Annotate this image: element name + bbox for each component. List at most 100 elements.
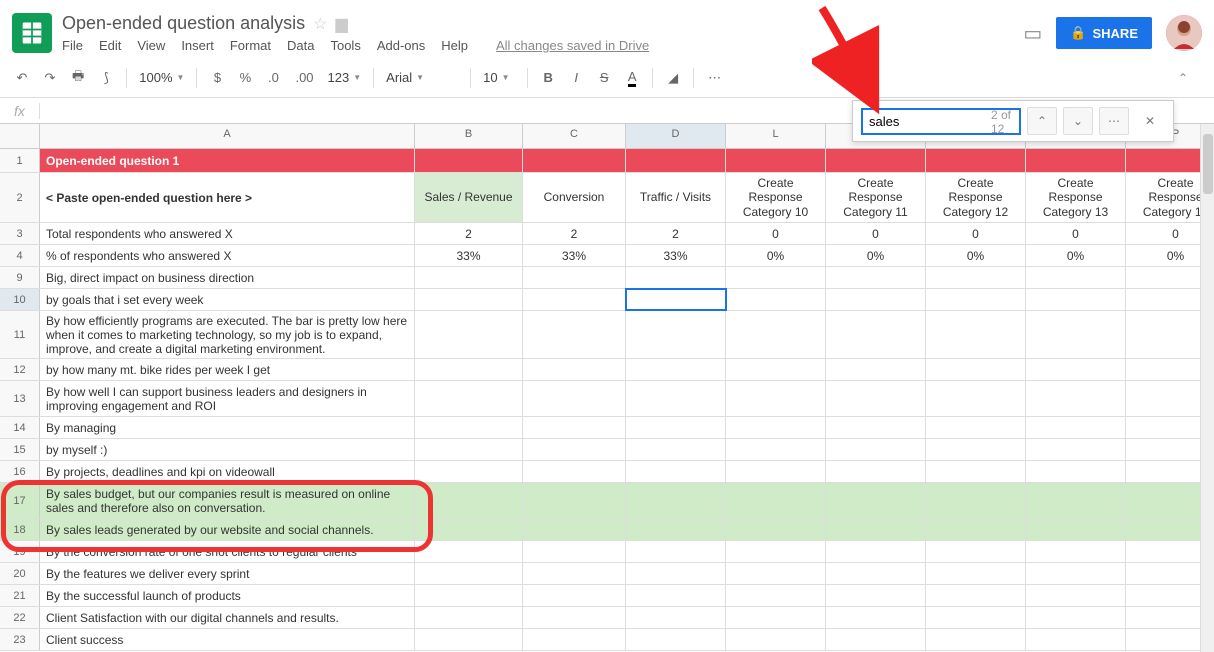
cell[interactable] (1026, 629, 1126, 650)
menu-format[interactable]: Format (230, 38, 271, 53)
cell[interactable] (826, 629, 926, 650)
cell[interactable]: 0% (726, 245, 826, 266)
cell[interactable] (826, 519, 926, 540)
cell[interactable]: 0 (926, 223, 1026, 244)
cell[interactable] (415, 461, 523, 482)
row-header[interactable]: 18 (0, 519, 40, 540)
zoom-select[interactable]: 100%▼ (135, 68, 188, 87)
cell[interactable] (726, 267, 826, 288)
col-header-C[interactable]: C (523, 124, 626, 148)
percent-icon[interactable]: % (233, 66, 257, 89)
find-prev-button[interactable]: ⌃ (1027, 107, 1057, 135)
find-more-button[interactable]: ⋯ (1099, 107, 1129, 135)
cell[interactable]: Client Satisfaction with our digital cha… (40, 607, 415, 628)
format-more[interactable]: 123▼ (324, 68, 366, 87)
font-size-select[interactable]: 10▼ (479, 68, 519, 87)
vertical-scrollbar[interactable] (1200, 124, 1214, 652)
sheets-logo[interactable] (12, 13, 52, 53)
cell[interactable]: Conversion (523, 173, 626, 222)
cell[interactable] (626, 563, 726, 584)
cell[interactable] (415, 149, 523, 172)
row-header[interactable]: 17 (0, 483, 40, 518)
increase-decimal-icon[interactable]: .00 (289, 66, 319, 89)
cell[interactable]: 0 (826, 223, 926, 244)
cell[interactable]: 0 (1026, 223, 1126, 244)
cell[interactable] (826, 289, 926, 310)
cell[interactable] (1026, 149, 1126, 172)
cell[interactable] (1026, 607, 1126, 628)
cell[interactable] (626, 461, 726, 482)
bold-icon[interactable]: B (536, 66, 560, 89)
cell[interactable]: 33% (626, 245, 726, 266)
cell[interactable] (926, 541, 1026, 562)
cell[interactable]: By the conversion rate of one shot clien… (40, 541, 415, 562)
cell[interactable] (926, 381, 1026, 416)
menu-view[interactable]: View (137, 38, 165, 53)
cell[interactable] (826, 267, 926, 288)
cell[interactable] (826, 359, 926, 380)
cell[interactable] (523, 629, 626, 650)
row-header[interactable]: 12 (0, 359, 40, 380)
cell[interactable] (726, 359, 826, 380)
cell[interactable]: Sales / Revenue (415, 173, 523, 222)
cell[interactable] (1026, 483, 1126, 518)
cell[interactable] (926, 359, 1026, 380)
currency-icon[interactable]: $ (205, 66, 229, 89)
cell[interactable] (726, 563, 826, 584)
cell[interactable] (826, 541, 926, 562)
folder-icon[interactable]: ▆ (336, 14, 348, 34)
cell[interactable] (926, 267, 1026, 288)
cell[interactable] (415, 541, 523, 562)
cell[interactable]: By sales budget, but our companies resul… (40, 483, 415, 518)
text-color-icon[interactable]: A (620, 65, 644, 91)
cell[interactable] (826, 311, 926, 358)
cell[interactable] (926, 439, 1026, 460)
menu-data[interactable]: Data (287, 38, 314, 53)
cell[interactable]: by how many mt. bike rides per week I ge… (40, 359, 415, 380)
cell[interactable] (626, 359, 726, 380)
cell[interactable] (926, 607, 1026, 628)
cell[interactable]: 2 (523, 223, 626, 244)
cell[interactable]: Big, direct impact on business direction (40, 267, 415, 288)
cell[interactable] (1026, 289, 1126, 310)
cell[interactable] (1026, 439, 1126, 460)
cell[interactable] (1026, 519, 1126, 540)
cell[interactable] (415, 359, 523, 380)
menu-edit[interactable]: Edit (99, 38, 121, 53)
cell[interactable] (726, 289, 826, 310)
cell[interactable] (826, 483, 926, 518)
cell[interactable] (826, 417, 926, 438)
menu-help[interactable]: Help (441, 38, 468, 53)
cell[interactable] (523, 541, 626, 562)
cell[interactable] (926, 483, 1026, 518)
find-close-button[interactable]: ✕ (1135, 107, 1165, 135)
cell[interactable]: 0% (826, 245, 926, 266)
cell[interactable] (415, 629, 523, 650)
cell[interactable] (926, 311, 1026, 358)
cell[interactable] (626, 483, 726, 518)
cell[interactable] (926, 149, 1026, 172)
cell[interactable] (926, 563, 1026, 584)
row-header[interactable]: 23 (0, 629, 40, 650)
cell[interactable] (523, 461, 626, 482)
cell[interactable]: Create Response Category 13 (1026, 173, 1126, 222)
col-header-D[interactable]: D (626, 124, 726, 148)
col-header-L[interactable]: L (726, 124, 826, 148)
find-next-button[interactable]: ⌄ (1063, 107, 1093, 135)
cell[interactable]: by myself :) (40, 439, 415, 460)
cell[interactable] (726, 439, 826, 460)
cell[interactable] (826, 381, 926, 416)
cell[interactable] (926, 461, 1026, 482)
row-header[interactable]: 16 (0, 461, 40, 482)
col-header-A[interactable]: A (40, 124, 415, 148)
cell[interactable] (926, 519, 1026, 540)
menu-tools[interactable]: Tools (330, 38, 360, 53)
cell[interactable] (1026, 563, 1126, 584)
cell[interactable]: By how well I can support business leade… (40, 381, 415, 416)
cell[interactable] (826, 461, 926, 482)
cell[interactable]: 33% (415, 245, 523, 266)
cell[interactable] (415, 267, 523, 288)
cell[interactable] (415, 289, 523, 310)
cell[interactable]: By managing (40, 417, 415, 438)
cell[interactable] (826, 607, 926, 628)
